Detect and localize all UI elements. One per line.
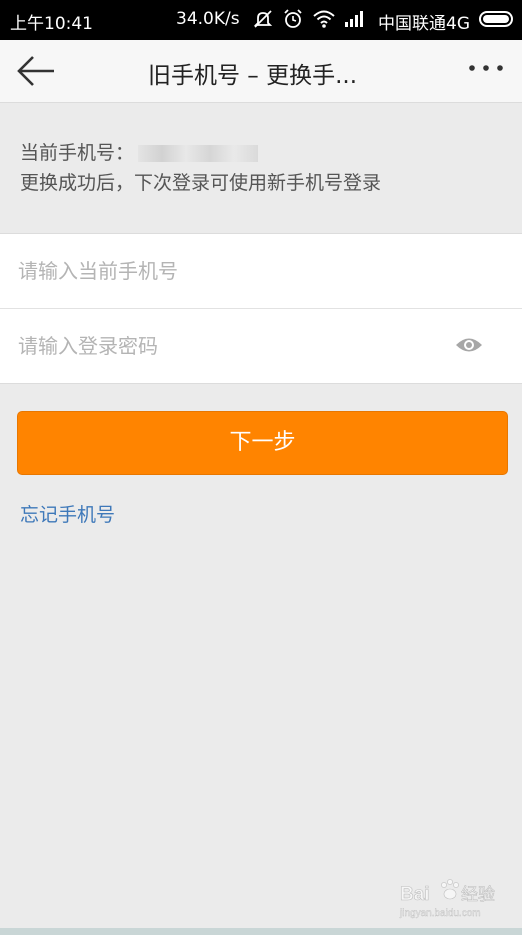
alarm-icon	[284, 9, 302, 28]
current-phone-label: 当前手机号：	[20, 142, 135, 164]
signal-icon	[345, 11, 363, 27]
more-options-icon[interactable]	[466, 60, 506, 80]
password-row	[0, 308, 522, 383]
next-step-button[interactable]: 下一步	[17, 411, 508, 475]
password-input[interactable]	[18, 309, 438, 383]
battery-icon	[479, 11, 513, 27]
hint-text: 更换成功后，下次登录可使用新手机号登录	[20, 172, 382, 194]
current-phone-input[interactable]	[18, 234, 438, 308]
network-speed: 34.0K/s	[176, 9, 240, 29]
mute-icon	[253, 10, 273, 28]
blurred-phone-number	[138, 145, 259, 162]
phone-row	[0, 234, 522, 308]
forgot-phone-link[interactable]: 忘记手机号	[20, 500, 115, 527]
info-section: 当前手机号： 更换成功后，下次登录可使用新手机号登录	[20, 138, 381, 198]
back-arrow-icon[interactable]	[16, 54, 56, 88]
form-panel	[0, 233, 522, 384]
status-icons	[252, 8, 366, 30]
svg-text:jingyan.baidu.com: jingyan.baidu.com	[399, 908, 481, 919]
baidu-jingyan-watermark: Bai 经验 jingyan.baidu.com	[399, 879, 495, 919]
bottom-border	[0, 928, 522, 935]
carrier-label: 中国联通4G	[378, 14, 470, 34]
current-phone-row: 当前手机号：	[20, 138, 381, 168]
eye-icon[interactable]	[455, 335, 483, 355]
svg-text:经验: 经验	[461, 885, 495, 905]
status-bar: 上午10:41 34.0K/s 中国联通4G	[0, 0, 522, 40]
wifi-icon	[313, 10, 335, 28]
svg-text:Bai: Bai	[400, 884, 430, 905]
status-time: 上午10:41	[10, 14, 93, 34]
page-title: 旧手机号 – 更换手...	[148, 63, 358, 89]
title-bar: 旧手机号 – 更换手...	[0, 40, 522, 103]
